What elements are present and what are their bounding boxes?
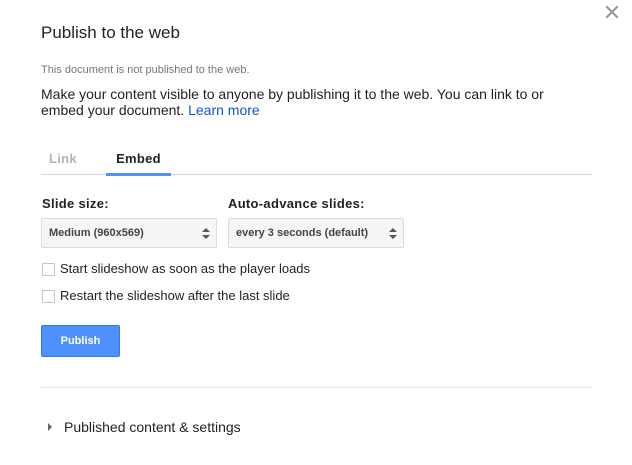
select-arrows-icon — [389, 228, 397, 239]
auto-advance-label: Auto-advance slides: — [228, 196, 365, 211]
publish-tabs: Link Embed — [41, 148, 592, 176]
dialog-description: Make your content visible to anyone by p… — [41, 86, 586, 118]
start-slideshow-checkbox[interactable] — [42, 263, 55, 276]
slide-size-value: Medium (960x569) — [49, 227, 144, 239]
close-icon — [605, 5, 619, 19]
restart-slideshow-checkbox[interactable] — [42, 290, 55, 303]
publish-dialog: Publish to the web This document is not … — [0, 0, 632, 465]
published-content-label: Published content & settings — [64, 419, 241, 435]
restart-slideshow-label: Restart the slideshow after the last sli… — [60, 288, 290, 303]
select-arrows-icon — [202, 228, 210, 239]
auto-advance-value: every 3 seconds (default) — [236, 227, 369, 239]
expand-arrow-icon — [48, 423, 52, 431]
tab-link[interactable]: Link — [41, 148, 89, 173]
tab-embed[interactable]: Embed — [106, 148, 171, 176]
slide-size-label: Slide size: — [42, 196, 109, 211]
start-slideshow-label: Start slideshow as soon as the player lo… — [60, 261, 311, 276]
dialog-title: Publish to the web — [41, 23, 180, 42]
close-button[interactable] — [601, 2, 623, 24]
section-divider — [41, 387, 592, 388]
publish-status-text: This document is not published to the we… — [41, 64, 250, 76]
description-text: Make your content visible to anyone by p… — [41, 86, 544, 118]
learn-more-link[interactable]: Learn more — [188, 102, 260, 118]
slide-size-select[interactable]: Medium (960x569) — [41, 218, 217, 248]
publish-button[interactable]: Publish — [41, 325, 120, 357]
auto-advance-select[interactable]: every 3 seconds (default) — [228, 218, 404, 248]
